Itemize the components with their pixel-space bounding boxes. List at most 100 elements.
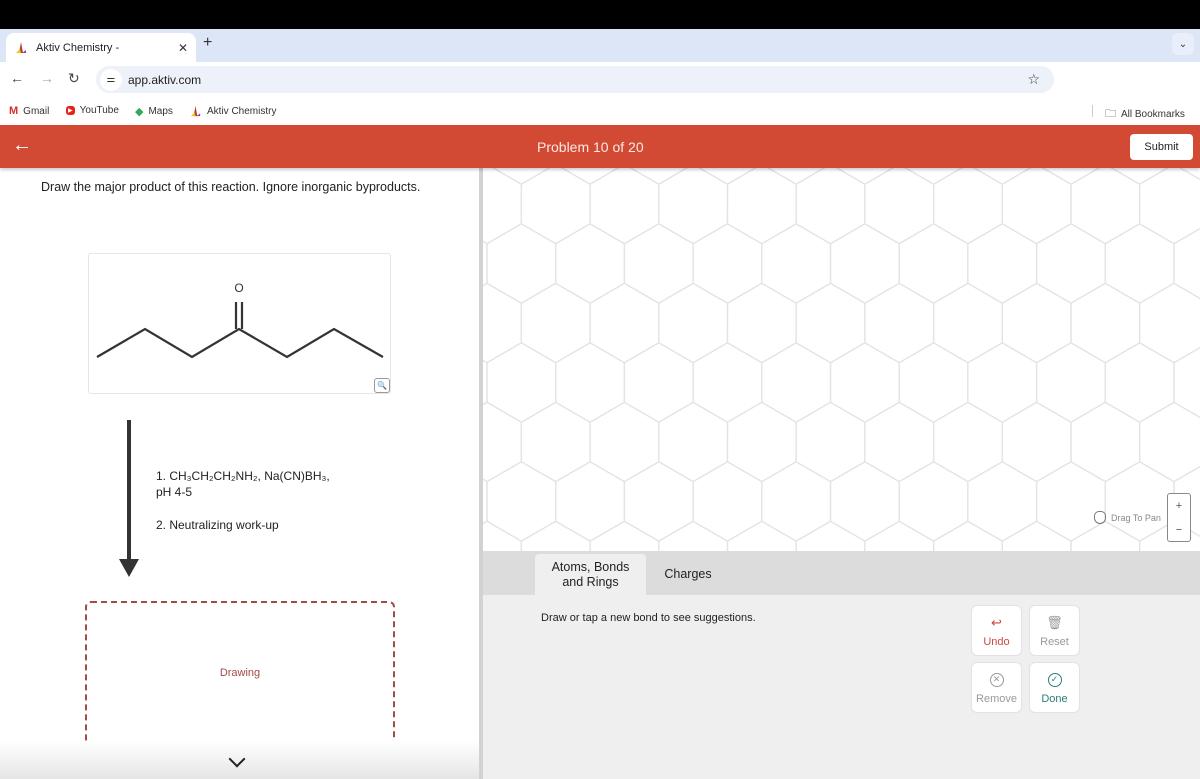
hex-cell xyxy=(486,223,557,304)
youtube-icon: ▶ xyxy=(66,106,75,115)
back-arrow-icon[interactable]: ← xyxy=(10,70,24,86)
hex-cell xyxy=(726,282,797,364)
zoom-control: + − xyxy=(1167,493,1191,542)
undo-label: Undo xyxy=(983,635,1010,648)
tab-charges[interactable]: Charges xyxy=(653,554,723,595)
hex-cell xyxy=(864,282,935,364)
hex-cell xyxy=(1070,282,1141,364)
hex-cell xyxy=(1035,342,1106,423)
zoom-out-button[interactable]: − xyxy=(1168,518,1190,542)
hex-cell xyxy=(692,342,763,423)
ketone-skeletal-structure: O xyxy=(96,281,384,359)
hex-cell xyxy=(555,342,626,423)
hex-cell xyxy=(1001,520,1072,551)
trash-icon: 🗑 xyxy=(1046,614,1063,630)
question-panel: Draw the major product of this reaction.… xyxy=(0,168,480,779)
drawing-placeholder: Drawing xyxy=(219,667,261,679)
hex-cell xyxy=(1138,401,1200,483)
hand-icon xyxy=(1094,511,1106,524)
hex-cell xyxy=(658,520,729,551)
hex-cell xyxy=(1104,223,1175,304)
submit-button[interactable]: Submit xyxy=(1130,134,1193,160)
hex-cell xyxy=(589,282,660,364)
drawing-canvas[interactable] xyxy=(483,168,1200,551)
hex-cell xyxy=(692,223,763,304)
tab-strip: Aktiv Chemistry - ✕ + ⌄ xyxy=(0,29,1200,62)
reload-icon[interactable]: ↻ xyxy=(68,70,80,87)
tab-search-chevron-icon[interactable]: ⌄ xyxy=(1172,33,1194,55)
hex-cell xyxy=(483,168,487,184)
app-header: ← Problem 10 of 20 Submit xyxy=(0,125,1200,168)
hex-cell xyxy=(795,520,866,551)
folder-icon: 🗀 xyxy=(1105,108,1116,120)
hex-cell xyxy=(520,401,591,483)
reagent-step-1-line-1: 1. CH₃CH₂CH₂NH₂, Na(CN)BH₃, xyxy=(156,469,330,483)
remove-label: Remove xyxy=(976,692,1017,705)
bookmark-star-icon[interactable]: ☆ xyxy=(1027,71,1040,88)
remove-button[interactable]: ✕ Remove xyxy=(971,662,1022,713)
os-top-bar xyxy=(0,0,1200,29)
back-arrow-icon[interactable]: ← xyxy=(12,134,32,157)
hex-cell xyxy=(623,461,694,542)
hex-cell xyxy=(726,168,797,245)
tab-atoms-bonds-rings[interactable]: Atoms, Bonds and Rings xyxy=(535,554,646,595)
bookmark-maps[interactable]: ◆ Maps xyxy=(135,105,173,118)
hex-cell xyxy=(555,461,626,542)
hex-cell xyxy=(692,461,763,542)
address-bar[interactable]: ⚌ app.aktiv.com ☆ xyxy=(96,66,1054,93)
drag-to-pan-hint: Drag To Pan xyxy=(1094,511,1161,524)
hex-cell xyxy=(898,223,969,304)
hex-cell xyxy=(898,461,969,542)
done-button[interactable]: ✓ Done xyxy=(1029,662,1080,713)
remove-circle-x-icon: ✕ xyxy=(989,671,1004,689)
hex-cell xyxy=(795,168,866,245)
hex-cell xyxy=(589,520,660,551)
reagent-step-1-line-2: pH 4-5 xyxy=(156,485,193,499)
hex-cell xyxy=(898,342,969,423)
tab-label-line-1: Atoms, Bonds xyxy=(551,559,630,574)
tab-title: Aktiv Chemistry - xyxy=(36,41,120,54)
all-bookmarks-label: All Bookmarks xyxy=(1121,109,1185,120)
hex-cell xyxy=(932,282,1003,364)
bookmark-youtube[interactable]: ▶ YouTube xyxy=(66,105,119,116)
bookmark-gmail[interactable]: M Gmail xyxy=(9,105,49,117)
bookmark-label: Maps xyxy=(148,106,173,117)
forward-arrow-icon[interactable]: → xyxy=(40,70,54,86)
hex-cell xyxy=(795,401,866,483)
magnify-icon[interactable]: 🔍 xyxy=(374,378,390,393)
reagent-step-1: 1. CH₃CH₂CH₂NH₂, Na(CN)BH₃, pH 4-5 xyxy=(156,468,330,500)
all-bookmarks-button[interactable]: 🗀 All Bookmarks xyxy=(1105,105,1185,124)
new-tab-button[interactable]: + xyxy=(203,34,212,52)
hex-cell xyxy=(1001,401,1072,483)
gmail-icon: M xyxy=(9,105,19,117)
hex-cell xyxy=(829,342,900,423)
carbon-chain xyxy=(96,327,384,359)
hex-cell xyxy=(864,520,935,551)
hex-cell xyxy=(761,342,832,423)
hex-cell xyxy=(726,401,797,483)
hex-cell xyxy=(486,461,557,542)
url-text[interactable]: app.aktiv.com xyxy=(128,73,201,87)
undo-arrow-icon: ↩ xyxy=(991,614,1002,630)
bookmark-aktiv[interactable]: Aktiv Chemistry xyxy=(189,105,276,118)
undo-button[interactable]: ↩ Undo xyxy=(971,605,1022,656)
hex-cell xyxy=(1035,223,1106,304)
answer-drawing-area[interactable]: Drawing xyxy=(85,601,395,745)
tools-panel: Atoms, Bonds and Rings Charges Draw or t… xyxy=(483,551,1200,779)
hex-cell xyxy=(967,461,1038,542)
hex-cell xyxy=(483,282,523,364)
reset-button[interactable]: 🗑 Reset xyxy=(1029,605,1080,656)
aktiv-logo-icon xyxy=(16,41,26,53)
zoom-in-button[interactable]: + xyxy=(1168,494,1190,518)
hex-cell xyxy=(1035,461,1106,542)
site-settings-icon[interactable]: ⚌ xyxy=(100,68,122,91)
close-tab-icon[interactable]: ✕ xyxy=(178,41,188,55)
browser-tab-aktiv[interactable]: Aktiv Chemistry - ✕ xyxy=(6,33,196,62)
bookmark-label: Aktiv Chemistry xyxy=(207,106,277,117)
reagent-step-2: 2. Neutralizing work-up xyxy=(156,518,279,532)
hex-cell xyxy=(1104,342,1175,423)
hex-cell xyxy=(520,168,591,245)
hex-cell xyxy=(864,168,935,245)
check-circle-icon: ✓ xyxy=(1047,671,1062,689)
hex-cell xyxy=(1001,168,1072,245)
